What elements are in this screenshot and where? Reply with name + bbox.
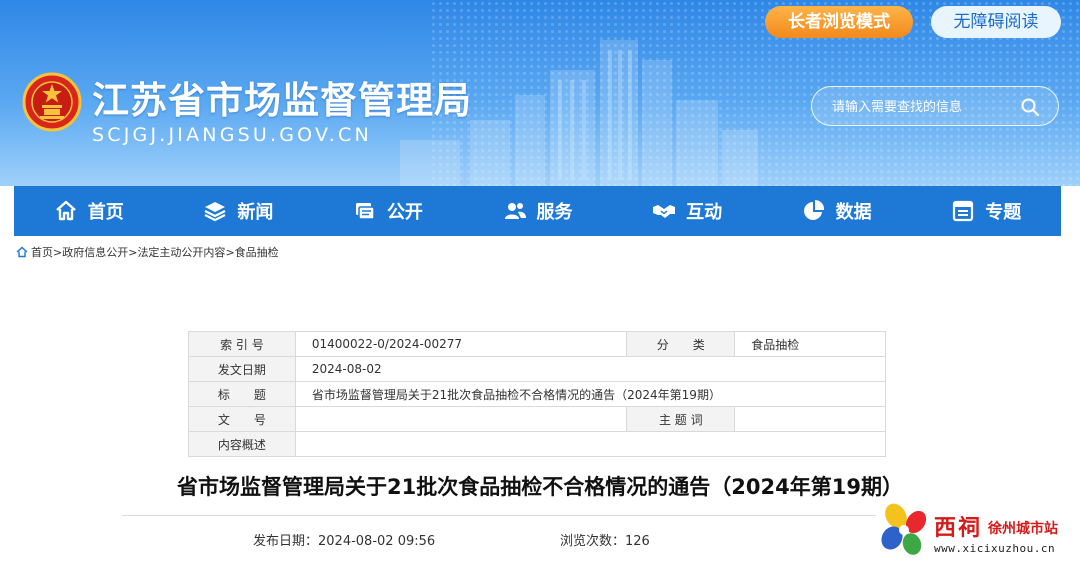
nav-item-home[interactable]: 首页: [14, 186, 164, 236]
index-label: 索 引 号: [188, 331, 296, 357]
breadcrumb-link-food-inspection[interactable]: 食品抽检: [235, 244, 279, 260]
docno-value: [294, 406, 628, 432]
nav-item-label: 互动: [686, 202, 723, 223]
search-input[interactable]: [830, 95, 1024, 119]
national-emblem-icon: [22, 72, 82, 132]
breadcrumb-separator: >: [53, 245, 63, 259]
users-icon: [504, 203, 526, 219]
breadcrumb: 首页 > 政府信息公开 > 法定主动公开内容 > 食品抽检: [16, 243, 279, 261]
document-stack-icon: [355, 203, 375, 220]
search-icon[interactable]: [1020, 97, 1040, 117]
breadcrumb-home-icon: [16, 246, 28, 258]
table-row: 标 题 省市场监督管理局关于21批次食品抽检不合格情况的通告（2024年第19期…: [188, 381, 887, 407]
table-row: 发文日期 2024-08-02: [188, 356, 887, 382]
table-row: 索 引 号 01400022-0/2024-00277 分 类 食品抽检: [188, 331, 886, 357]
accessibility-button[interactable]: 无障碍阅读: [931, 6, 1061, 38]
nav-item-topics[interactable]: 专题: [911, 186, 1061, 236]
table-row: 内容概述: [188, 431, 887, 457]
nav-item-disclosure[interactable]: 公开: [313, 186, 463, 236]
category-value: 食品抽检: [734, 331, 886, 357]
publish-date-label: 发布日期：: [253, 534, 319, 549]
nav-item-news[interactable]: 新闻: [164, 186, 314, 236]
nav-item-label: 服务: [536, 202, 573, 223]
breadcrumb-separator: >: [225, 245, 235, 259]
watermark-city: 徐州城市站: [988, 521, 1058, 537]
nav-item-label: 专题: [985, 202, 1022, 223]
site-title: 江苏省市场监督管理局: [92, 79, 472, 122]
view-count-value: 126: [625, 534, 650, 549]
nav-item-interaction[interactable]: 互动: [612, 186, 762, 236]
category-label: 分 类: [626, 331, 736, 357]
title-label: 标 题: [188, 381, 296, 407]
nav-item-services[interactable]: 服务: [463, 186, 613, 236]
handshake-icon: [653, 205, 676, 218]
title-value: 省市场监督管理局关于21批次食品抽检不合格情况的通告（2024年第19期）: [294, 381, 887, 407]
date-label: 发文日期: [188, 356, 296, 382]
publish-date: 发布日期：2024-08-02 09:56: [253, 530, 435, 549]
watermark-domain: www.xicixuzhou.cn: [934, 542, 1056, 555]
search-box: [811, 86, 1059, 126]
view-count: 浏览次数：126: [560, 530, 650, 549]
nav-item-label: 首页: [87, 202, 124, 223]
site-header: 江苏省市场监督管理局 SCJGJ.JIANGSU.GOV.CN 长者浏览模式 无…: [0, 0, 1080, 186]
layers-icon: [204, 202, 226, 222]
nav-item-data[interactable]: 数据: [762, 186, 912, 236]
summary-label: 内容概述: [188, 431, 296, 457]
pinwheel-logo-icon: [881, 503, 927, 555]
view-count-label: 浏览次数：: [560, 534, 626, 549]
breadcrumb-link-home[interactable]: 首页: [31, 244, 53, 260]
watermark-brand: 西祠: [934, 516, 983, 541]
main-nav: 首页 新闻 公开 服务 互动 数据 专题: [14, 186, 1061, 236]
breadcrumb-link-disclosure[interactable]: 政府信息公开: [62, 244, 128, 260]
nav-item-label: 数据: [835, 202, 872, 223]
keywords-label: 主 题 词: [626, 406, 736, 432]
home-icon: [55, 200, 76, 221]
table-row: 文 号 主 题 词: [188, 406, 886, 432]
breadcrumb-separator: >: [128, 245, 138, 259]
date-value: 2024-08-02: [294, 356, 887, 382]
breadcrumb-link-statutory[interactable]: 法定主动公开内容: [137, 244, 225, 260]
window-icon: [953, 200, 974, 222]
nav-item-label: 公开: [386, 202, 423, 223]
publish-date-value: 2024-08-02 09:56: [318, 534, 436, 549]
summary-value: [294, 431, 887, 457]
site-domain: SCJGJ.JIANGSU.GOV.CN: [92, 124, 372, 146]
docno-label: 文 号: [188, 406, 296, 432]
document-info-table: 索 引 号 01400022-0/2024-00277 分 类 食品抽检 发文日…: [188, 331, 887, 457]
title-divider: [122, 515, 958, 516]
article-title: 省市场监督管理局关于21批次食品抽检不合格情况的通告（2024年第19期）: [177, 475, 903, 499]
index-value: 01400022-0/2024-00277: [294, 331, 628, 357]
site-watermark: 西祠 徐州城市站 www.xicixuzhou.cn: [876, 498, 1080, 563]
elder-mode-button[interactable]: 长者浏览模式: [765, 6, 913, 38]
keywords-value: [734, 406, 886, 432]
nav-item-label: 新闻: [237, 202, 274, 223]
pie-chart-icon: [803, 199, 824, 220]
